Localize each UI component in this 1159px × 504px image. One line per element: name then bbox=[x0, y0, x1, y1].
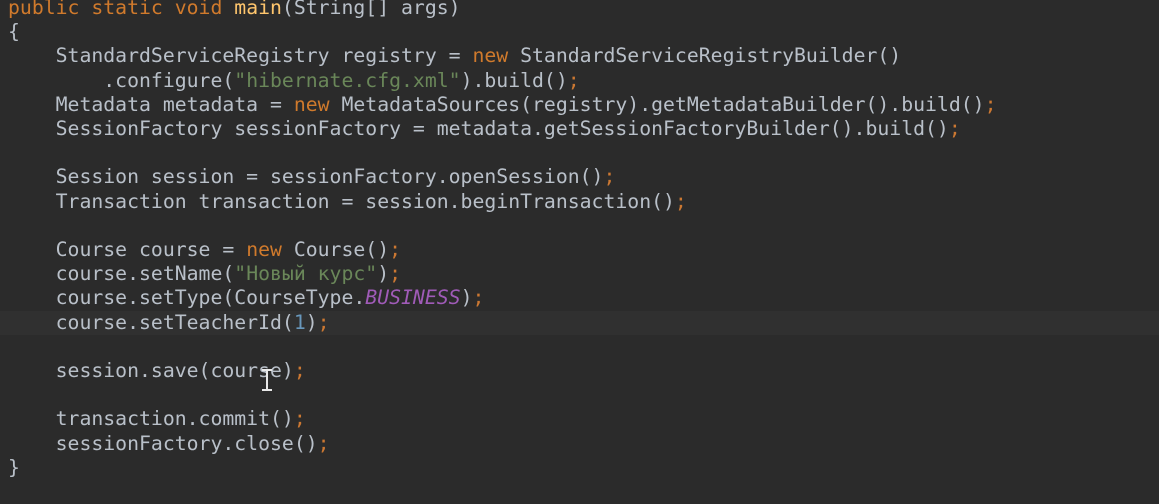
code-line[interactable]: course.setType(CourseType.BUSINESS); bbox=[8, 286, 485, 310]
code-token: new bbox=[472, 44, 521, 68]
code-token: ; bbox=[567, 68, 580, 92]
code-token: BUSINESS bbox=[365, 286, 461, 310]
code-line[interactable]: StandardServiceRegistry registry = new S… bbox=[8, 44, 902, 68]
code-editor[interactable]: public static void main(String[] args){ … bbox=[0, 0, 1159, 504]
code-line[interactable]: Metadata metadata = new MetadataSources(… bbox=[8, 93, 997, 117]
code-token: course.setName( bbox=[8, 262, 235, 286]
code-token: 1 bbox=[293, 310, 306, 334]
code-token: ) bbox=[460, 286, 473, 310]
code-line[interactable]: public static void main(String[] args) bbox=[8, 0, 461, 20]
code-token: ; bbox=[674, 189, 687, 213]
text-cursor-icon bbox=[262, 369, 272, 391]
code-line-current[interactable]: course.setTeacherId(1); bbox=[0, 310, 1159, 335]
code-token: ; bbox=[389, 262, 402, 286]
code-token: Session session = sessionFactory.openSes… bbox=[8, 165, 604, 189]
code-token: course.setType(CourseType. bbox=[8, 286, 366, 310]
code-token: main bbox=[234, 0, 282, 19]
code-token: (String[] args) bbox=[281, 0, 461, 19]
code-token: Course course = bbox=[8, 238, 247, 261]
code-token: public static void bbox=[8, 0, 235, 19]
code-token: ; bbox=[293, 407, 306, 431]
code-token: ; bbox=[317, 310, 330, 334]
code-token: MetadataSources(registry).getMetadataBui… bbox=[341, 92, 985, 116]
code-token: StandardServiceRegistry registry = bbox=[8, 44, 473, 68]
code-token: ; bbox=[317, 431, 330, 455]
code-line[interactable]: sessionFactory.close(); bbox=[8, 432, 330, 456]
code-token: { bbox=[8, 20, 20, 44]
code-token: course.setTeacherId( bbox=[8, 310, 294, 334]
code-token: } bbox=[8, 455, 20, 479]
code-line[interactable]: } bbox=[8, 456, 20, 480]
code-token: StandardServiceRegistryBuilder() bbox=[520, 44, 902, 68]
code-token: transaction.commit() bbox=[8, 407, 294, 431]
code-line[interactable]: Transaction transaction = session.beginT… bbox=[8, 190, 687, 214]
code-token: new bbox=[293, 92, 342, 116]
code-token: SessionFactory sessionFactory = metadata… bbox=[8, 117, 949, 140]
code-line[interactable]: .configure("hibernate.cfg.xml").build(); bbox=[8, 68, 580, 93]
code-token: session.save(course) bbox=[8, 359, 294, 382]
code-token: new bbox=[246, 238, 294, 261]
code-line[interactable]: course.setName("Новый курс"); bbox=[8, 262, 401, 286]
code-token: "Новый курс" bbox=[234, 262, 378, 286]
code-line[interactable]: Course course = new Course(); bbox=[8, 238, 401, 262]
code-line[interactable]: SessionFactory sessionFactory = metadata… bbox=[8, 117, 961, 141]
code-token: Metadata metadata = bbox=[8, 92, 294, 116]
code-token: ; bbox=[948, 117, 961, 140]
code-token: Transaction transaction = session.beginT… bbox=[8, 189, 675, 213]
code-token: ) bbox=[377, 262, 390, 286]
code-token: ; bbox=[603, 165, 616, 189]
code-token: ; bbox=[293, 359, 306, 382]
code-token: Course() bbox=[293, 238, 390, 261]
code-line[interactable]: { bbox=[8, 20, 20, 44]
code-token: ; bbox=[389, 238, 402, 261]
code-token: "hibernate.cfg.xml" bbox=[234, 68, 461, 92]
code-line[interactable]: transaction.commit(); bbox=[8, 407, 306, 431]
code-token: ) bbox=[305, 310, 318, 334]
code-token: ).build() bbox=[460, 68, 568, 92]
code-token: ; bbox=[472, 286, 485, 310]
code-token: sessionFactory.close() bbox=[8, 431, 318, 455]
code-token: .configure( bbox=[8, 68, 235, 92]
code-line[interactable]: Session session = sessionFactory.openSes… bbox=[8, 165, 616, 189]
code-token: ; bbox=[984, 92, 997, 116]
